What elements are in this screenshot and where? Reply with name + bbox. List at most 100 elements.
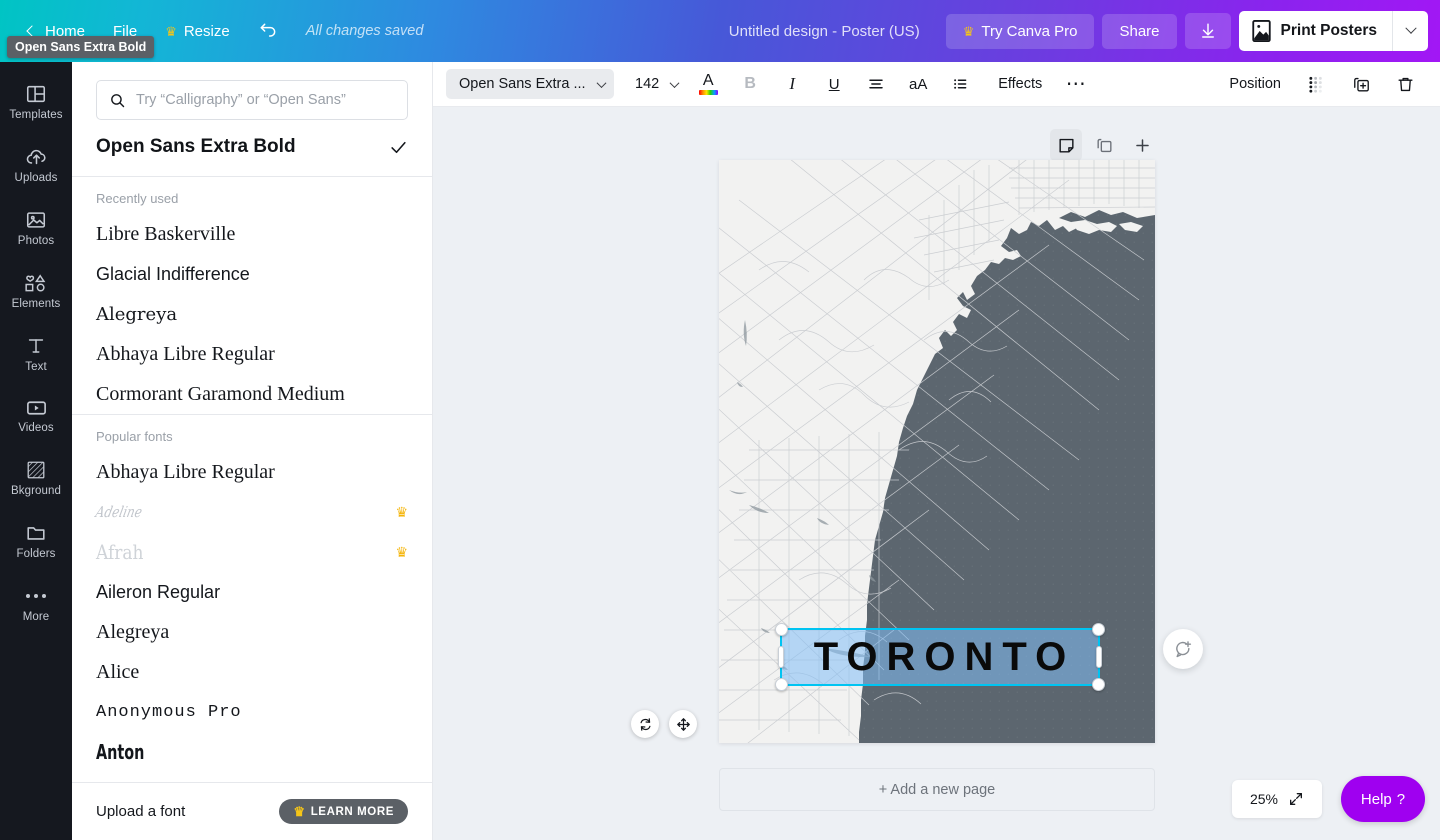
print-posters-label: Print Posters	[1280, 22, 1377, 39]
font-name: Alegreya	[96, 620, 170, 643]
resize-handle-right[interactable]	[1096, 646, 1102, 668]
sidebar-item-videos[interactable]: Videos	[0, 389, 72, 441]
sidebar-item-templates[interactable]: Templates	[0, 74, 72, 128]
notes-icon	[1058, 138, 1074, 153]
toolbar-right-group: Position	[1216, 67, 1426, 101]
help-label: Help	[1360, 790, 1392, 808]
resize-handle-top-right[interactable]	[1092, 623, 1105, 636]
font-list-item[interactable]: Cormorant Garamond Medium	[72, 374, 432, 414]
sidebar-item-bkground[interactable]: Bkground	[0, 450, 72, 504]
add-page-button[interactable]	[1126, 129, 1158, 161]
font-color-button[interactable]: A	[688, 67, 728, 101]
font-list-item[interactable]: Glacial Indifference	[72, 254, 432, 294]
upload-font-button[interactable]: Upload a font	[96, 803, 185, 820]
sidebar-item-folders[interactable]: Folders	[0, 513, 72, 567]
undo-icon	[260, 23, 276, 37]
text-element-selection[interactable]: TORONTO	[775, 623, 1105, 691]
popular-fonts-label: Popular fonts	[96, 429, 173, 444]
font-list-item[interactable]: Anton	[72, 732, 432, 772]
font-list-item[interactable]: Adeline ♛	[72, 492, 432, 532]
font-list-item[interactable]: Alegreya	[72, 294, 432, 334]
print-options-caret[interactable]	[1392, 11, 1428, 51]
font-list-item[interactable]: Aileron Regular	[72, 572, 432, 612]
shapes-icon	[25, 274, 46, 292]
zoom-control[interactable]: 25%	[1232, 780, 1322, 818]
rotate-icon	[640, 717, 650, 731]
font-list-item[interactable]: Alegreya	[72, 612, 432, 652]
trash-icon	[1397, 77, 1413, 91]
font-family-selector[interactable]: Open Sans Extra ...	[446, 69, 614, 99]
notes-button[interactable]	[1050, 129, 1082, 161]
font-list-item[interactable]: Alice	[72, 652, 432, 692]
download-button[interactable]	[1184, 13, 1231, 49]
duplicate-page-button[interactable]	[1088, 129, 1120, 161]
add-comment-button[interactable]	[1163, 629, 1203, 669]
crown-icon: ♛	[293, 804, 306, 819]
align-button[interactable]	[856, 67, 896, 101]
font-name: Abhaya Libre Regular	[96, 460, 275, 483]
sidebar-item-label: Photos	[17, 235, 55, 247]
font-list-item[interactable]: Abhaya Libre Regular	[72, 452, 432, 492]
sidebar-item-photos[interactable]: Photos	[0, 200, 72, 254]
sidebar-item-text[interactable]: Text	[0, 326, 72, 380]
sidebar-item-label: Bkground	[10, 485, 62, 497]
resize-button[interactable]: ♛ Resize	[151, 15, 244, 48]
sidebar-item-label: Templates	[9, 109, 63, 121]
share-label: Share	[1119, 22, 1160, 40]
sidebar-item-uploads[interactable]: Uploads	[0, 137, 72, 191]
photo-icon	[26, 212, 46, 228]
align-left-icon	[869, 79, 883, 89]
design-canvas[interactable]: TORONTO	[719, 160, 1155, 743]
print-posters-button[interactable]: Print Posters	[1238, 11, 1392, 51]
resize-handle-top-left[interactable]	[775, 623, 788, 636]
video-icon	[26, 401, 46, 415]
try-canva-pro-button[interactable]: ♛ Try Canva Pro	[945, 13, 1095, 49]
resize-label: Resize	[183, 22, 230, 40]
sidebar-item-elements[interactable]: Elements	[0, 263, 72, 317]
download-icon	[1201, 23, 1214, 38]
help-button[interactable]: Help ?	[1341, 776, 1425, 822]
zoom-level: 25%	[1249, 791, 1279, 807]
font-list-item[interactable]: Abhaya Libre Regular	[72, 334, 432, 374]
add-page-icon	[1135, 138, 1149, 152]
delete-button[interactable]	[1385, 67, 1425, 101]
resize-handle-bottom-right[interactable]	[1092, 678, 1105, 691]
resize-handle-bottom-left[interactable]	[775, 678, 788, 691]
crown-icon: ♛	[962, 23, 975, 39]
learn-more-button[interactable]: ♛ LEARN MORE	[279, 799, 408, 824]
font-list-item[interactable]: Anonymous Pro	[72, 692, 432, 732]
underline-button[interactable]: U	[814, 67, 854, 101]
font-list-item[interactable]: Antonio	[72, 772, 432, 782]
resize-handle-left[interactable]	[778, 646, 784, 668]
sidebar-item-more[interactable]: More	[0, 576, 72, 630]
font-size-selector[interactable]: 142	[622, 69, 687, 99]
learn-more-label: LEARN MORE	[310, 805, 394, 818]
bullet-list-icon	[954, 79, 967, 89]
position-button[interactable]: Position	[1216, 68, 1294, 100]
effects-button[interactable]: Effects	[985, 68, 1055, 100]
transparency-button[interactable]	[1297, 67, 1337, 101]
bold-icon: B	[744, 75, 756, 92]
more-options-button[interactable]: ⋯	[1056, 67, 1096, 101]
save-status: All changes saved	[305, 23, 424, 39]
move-button[interactable]	[669, 710, 697, 738]
duplicate-button[interactable]	[1341, 67, 1381, 101]
document-title[interactable]: Untitled design - Poster (US)	[719, 16, 930, 47]
try-pro-label: Try Canva Pro	[981, 22, 1078, 40]
font-list[interactable]: Recently used Libre Baskerville Glacial …	[72, 177, 432, 782]
add-new-page-button[interactable]: + Add a new page	[719, 768, 1155, 811]
italic-button[interactable]: I	[772, 67, 812, 101]
selected-font-row[interactable]: Open Sans Extra Bold	[72, 130, 432, 176]
font-search-input[interactable]	[136, 92, 395, 108]
bold-button[interactable]: B	[730, 67, 770, 101]
font-search-box[interactable]	[96, 80, 408, 120]
font-size-value: 142	[635, 76, 660, 92]
rotate-button[interactable]	[631, 710, 659, 738]
search-icon	[111, 93, 125, 107]
undo-button[interactable]	[244, 13, 292, 49]
bullet-list-button[interactable]	[940, 67, 980, 101]
text-case-button[interactable]: aA	[898, 67, 938, 101]
font-list-item[interactable]: Libre Baskerville	[72, 214, 432, 254]
font-list-item[interactable]: Afrah ♛	[72, 532, 432, 572]
share-button[interactable]: Share	[1102, 13, 1177, 49]
